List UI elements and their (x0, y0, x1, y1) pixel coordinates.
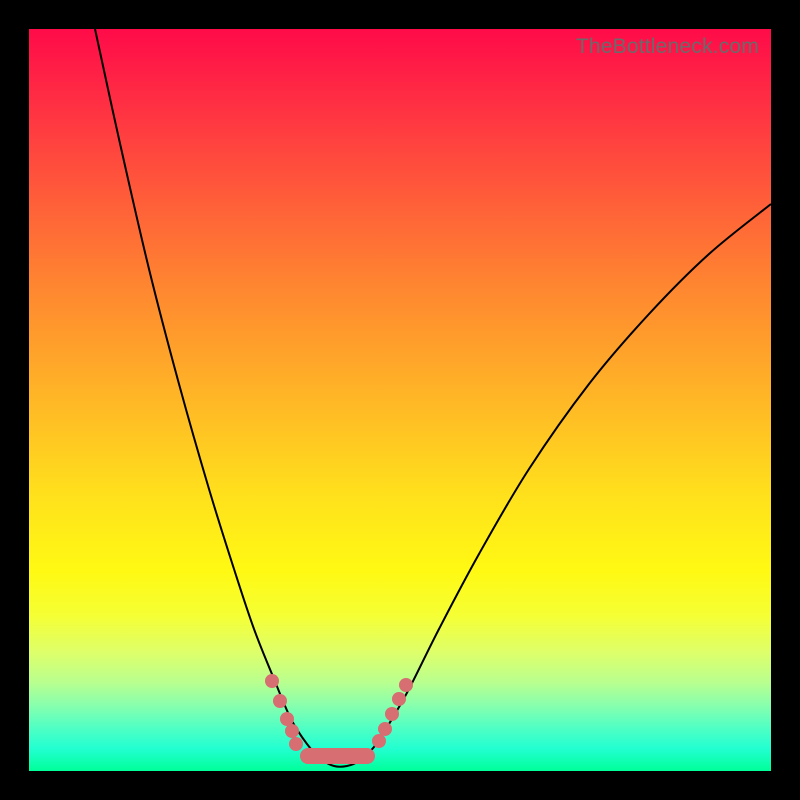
highlight-dot (289, 737, 303, 751)
chart-area: TheBottleneck.com (29, 29, 771, 771)
highlight-dot (399, 678, 413, 692)
highlight-dots (265, 674, 413, 751)
highlight-dot (392, 692, 406, 706)
bottleneck-curve-svg (29, 29, 771, 771)
highlight-dot (280, 712, 294, 726)
highlight-dot (372, 734, 386, 748)
highlight-dot (378, 722, 392, 736)
highlight-dot (385, 707, 399, 721)
curve-bottom-band (300, 748, 375, 764)
highlight-dot (273, 694, 287, 708)
highlight-dot (285, 724, 299, 738)
bottleneck-curve (95, 29, 771, 767)
highlight-dot (265, 674, 279, 688)
